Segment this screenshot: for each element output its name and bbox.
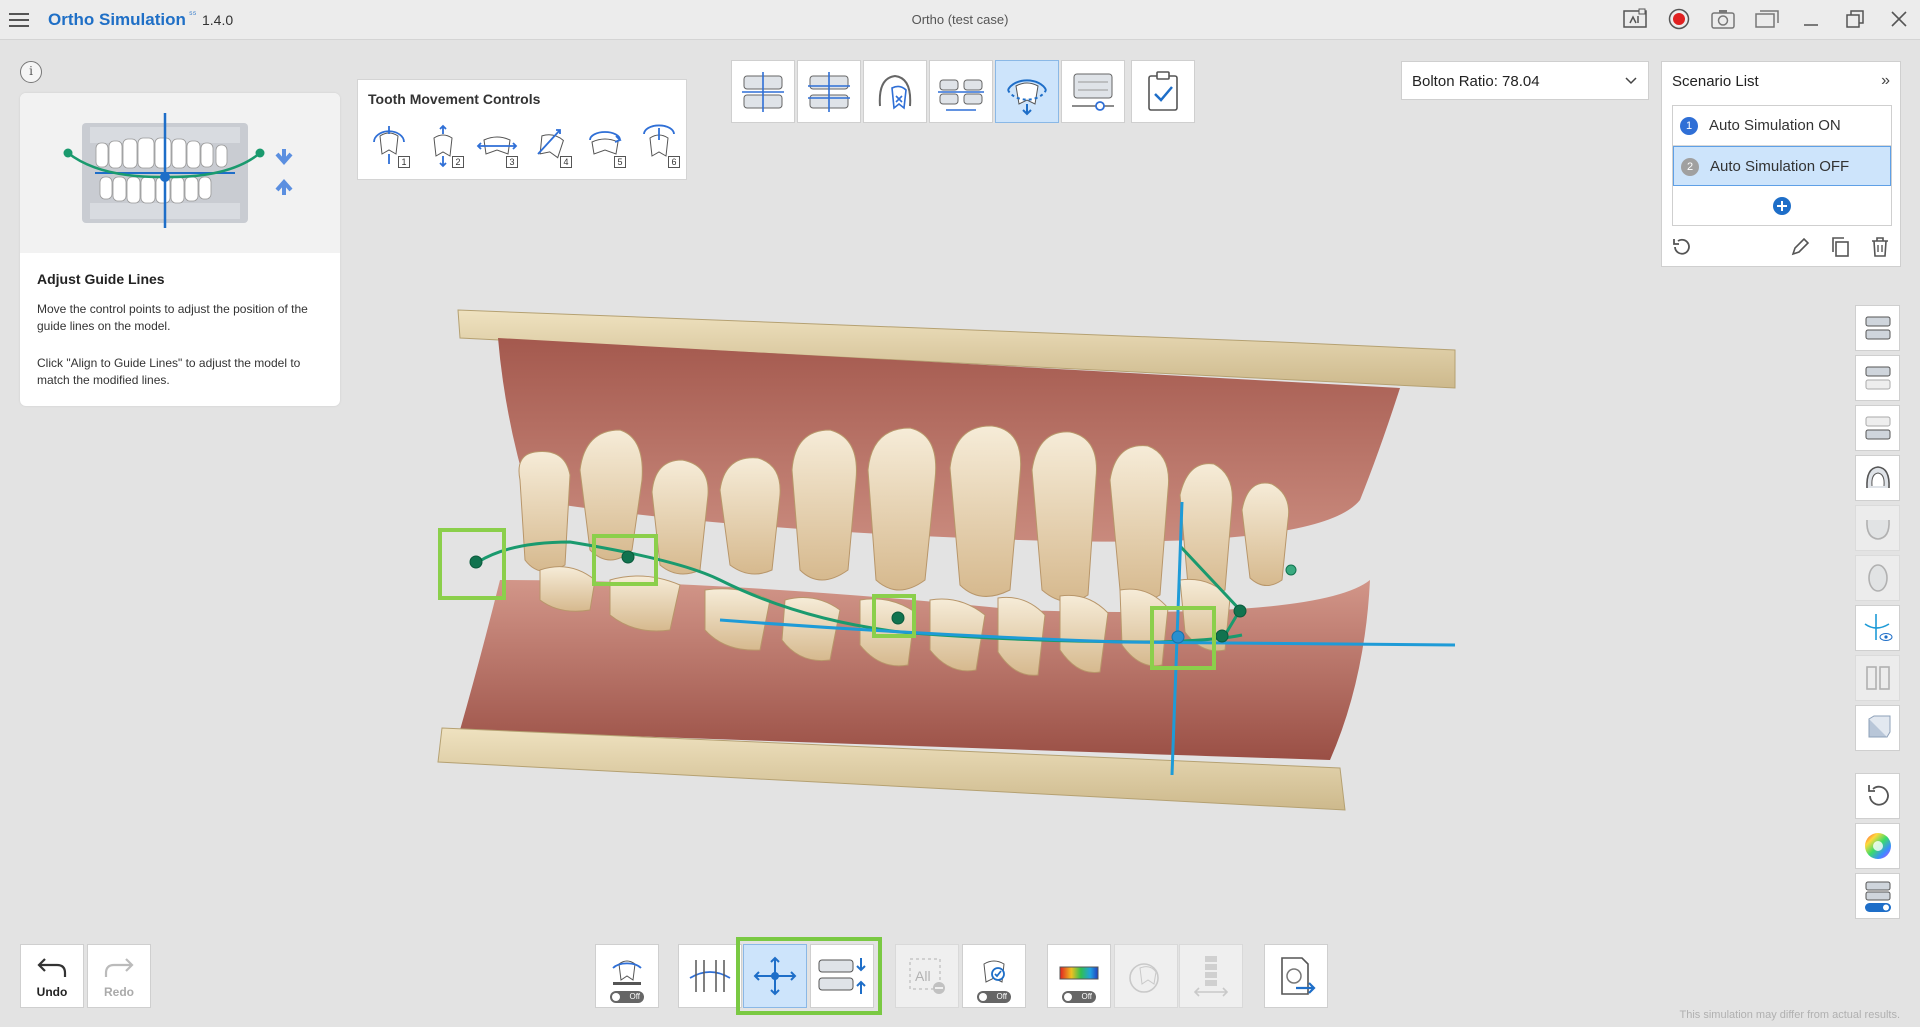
app-version: 1.4.0: [202, 12, 234, 28]
tooth-movement-title: Tooth Movement Controls: [368, 91, 541, 107]
scenario-number-badge: 1: [1680, 117, 1698, 135]
svg-text:All: All: [915, 968, 931, 984]
camera-icon[interactable]: [1710, 6, 1736, 32]
guide-rotation-icon[interactable]: [995, 60, 1059, 123]
close-icon[interactable]: [1886, 6, 1912, 32]
overlay-toggle-icon[interactable]: [1855, 873, 1900, 919]
color-wheel-icon[interactable]: [1855, 823, 1900, 869]
scenario-list-title: Scenario List: [1672, 73, 1759, 90]
guide-text-2: Click "Align to Guide Lines" to adjust t…: [37, 356, 301, 387]
dental-model-viewport[interactable]: [420, 280, 1460, 840]
tooth-move-2-icon[interactable]: 2: [422, 124, 464, 168]
bolton-ratio-label: Bolton Ratio: 78.04: [1412, 73, 1540, 90]
occlusion-slider-icon[interactable]: [1061, 60, 1125, 123]
tooth-contact-button: [1114, 944, 1178, 1008]
copy-icon[interactable]: [1828, 235, 1852, 259]
attachment-toggle-button[interactable]: Off: [595, 944, 659, 1008]
minimize-icon[interactable]: [1798, 6, 1824, 32]
plus-circle-icon: [1773, 196, 1791, 215]
tooth-move-1-icon[interactable]: 1: [368, 124, 410, 168]
undo-label: Undo: [36, 985, 68, 999]
undo-arrow-icon: [37, 958, 67, 977]
guide-lines-illustration: [20, 93, 340, 253]
info-button[interactable]: i: [20, 61, 42, 83]
arch-align-icon[interactable]: [929, 60, 993, 123]
occlusal-view-icon[interactable]: [1855, 455, 1900, 501]
lower-arch-view-icon: [1855, 505, 1900, 551]
tooth-lock-toggle-button[interactable]: Off: [962, 944, 1026, 1008]
disclaimer-text: This simulation may differ from actual r…: [1679, 1009, 1900, 1021]
view-cube-icon[interactable]: [1855, 705, 1900, 751]
approve-checklist-icon[interactable]: [1131, 60, 1195, 123]
side-view-icon: [1855, 555, 1900, 601]
tooth-move-4-icon[interactable]: 4: [530, 124, 572, 168]
move-control-points-button[interactable]: [743, 944, 807, 1008]
select-all-button: All: [895, 944, 959, 1008]
version-mark-icon: ⁵⁵: [189, 9, 197, 19]
split-view-icon: [1855, 655, 1900, 701]
tooth-move-6-icon[interactable]: 6: [638, 124, 680, 168]
arch-split-view-icon[interactable]: [797, 60, 861, 123]
tooth-movement-controls: Tooth Movement Controls 1 2 3 4 5 6: [357, 79, 687, 180]
guide-panel: Adjust Guide Lines Move the control poin…: [20, 93, 340, 406]
tooth-extraction-icon[interactable]: [863, 60, 927, 123]
reset-view-icon[interactable]: [1855, 773, 1900, 819]
undo-button[interactable]: Undo: [20, 944, 84, 1008]
guide-title: Adjust Guide Lines: [37, 271, 165, 287]
ipr-button: [1179, 944, 1243, 1008]
upper-jaw-view-icon[interactable]: [1855, 355, 1900, 401]
top-toolbar: [731, 60, 1195, 123]
both-jaws-view-icon[interactable]: [1855, 305, 1900, 351]
title-bar: Ortho Simulation ⁵⁵ 1.4.0 Ortho (test ca…: [0, 0, 1920, 40]
arch-guide-button[interactable]: [678, 944, 742, 1008]
redo-button[interactable]: Redo: [87, 944, 151, 1008]
off-toggle: Off: [977, 991, 1011, 1003]
gallery-icon[interactable]: [1754, 6, 1780, 32]
tooth-move-3-icon[interactable]: 3: [476, 124, 518, 168]
screen-capture-icon[interactable]: [1622, 6, 1648, 32]
scenario-item-1[interactable]: 1 Auto Simulation ON: [1673, 106, 1891, 146]
edit-icon[interactable]: [1788, 235, 1812, 259]
scenario-number-badge: 2: [1681, 158, 1699, 176]
scenario-label: Auto Simulation ON: [1709, 117, 1841, 134]
tooth-move-5-icon[interactable]: 5: [584, 124, 626, 168]
delete-icon[interactable]: [1868, 235, 1892, 259]
heatmap-toggle-button[interactable]: Off: [1047, 944, 1111, 1008]
redo-label: Redo: [104, 985, 134, 999]
collapse-panel-icon[interactable]: »: [1881, 72, 1890, 90]
guide-text-1: Move the control points to adjust the po…: [37, 302, 308, 333]
scenario-item-2[interactable]: 2 Auto Simulation OFF: [1673, 146, 1891, 186]
arch-front-view-icon[interactable]: [731, 60, 795, 123]
off-toggle: Off: [610, 991, 644, 1003]
export-button[interactable]: [1264, 944, 1328, 1008]
restore-icon[interactable]: [1842, 6, 1868, 32]
align-to-guide-lines-button[interactable]: [810, 944, 874, 1008]
hamburger-menu-icon[interactable]: [8, 9, 30, 31]
off-toggle: Off: [1062, 991, 1096, 1003]
app-title: Ortho Simulation: [48, 10, 186, 29]
scenario-list-panel: Scenario List » 1 Auto Simulation ON 2 A…: [1661, 61, 1901, 267]
bolton-ratio-dropdown[interactable]: Bolton Ratio: 78.04: [1401, 61, 1649, 100]
scenario-label: Auto Simulation OFF: [1710, 158, 1850, 175]
lower-jaw-view-icon[interactable]: [1855, 405, 1900, 451]
chevron-down-icon: [1625, 77, 1637, 85]
add-scenario-button[interactable]: [1673, 186, 1891, 225]
record-icon[interactable]: [1666, 6, 1692, 32]
redo-arrow-icon: [104, 958, 134, 977]
right-toolbar: [1855, 305, 1900, 919]
guide-line-visibility-icon[interactable]: [1855, 605, 1900, 651]
reset-icon[interactable]: [1670, 235, 1694, 259]
